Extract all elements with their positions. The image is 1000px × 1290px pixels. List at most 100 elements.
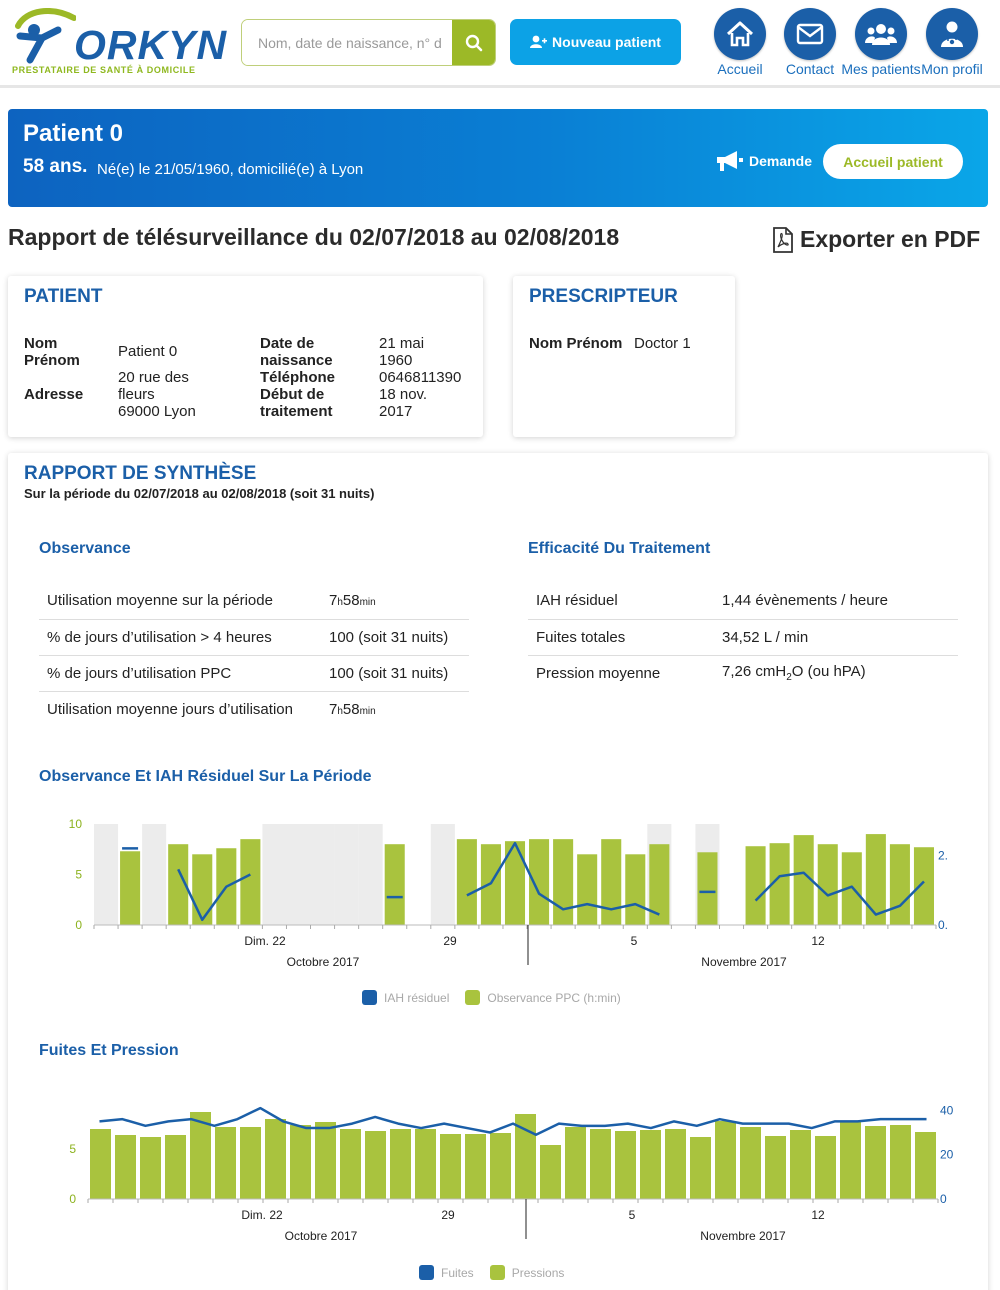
bar: [865, 1126, 886, 1199]
nav-accueil[interactable]: Accueil: [700, 8, 780, 77]
bar: [745, 846, 766, 925]
bar: [529, 839, 550, 925]
chart2-legend: Fuites Pressions: [419, 1265, 572, 1280]
new-patient-button[interactable]: Nouveau patient: [510, 19, 681, 65]
bar: [615, 1131, 636, 1199]
observance-label: % de jours d’utilisation PPC: [39, 655, 321, 692]
patient-birth-info: Né(e) le 21/05/1960, domicilié(e) à Lyon: [97, 161, 364, 178]
demande-button[interactable]: Demande: [715, 149, 812, 173]
nav-mes-patients[interactable]: Mes patients: [841, 8, 921, 77]
date-naissance-value: 21 mai 1960: [379, 335, 425, 369]
x-tick-label: 5: [631, 934, 638, 948]
adresse-value: 20 rue des fleurs 69000 Lyon: [118, 369, 196, 420]
x-tick-label: 5: [629, 1208, 636, 1222]
chart1-legend: IAH résiduel Observance PPC (h:min): [362, 990, 629, 1005]
bar: [740, 1127, 761, 1199]
home-icon: [726, 21, 754, 47]
bar: [765, 1136, 786, 1199]
bar: [384, 844, 405, 925]
bar: [240, 839, 261, 925]
table-row: Pression moyenne 7,26 cmH2O (ou hPA): [528, 655, 958, 691]
export-pdf-button[interactable]: Exporter en PDF: [772, 226, 980, 253]
new-patient-label: Nouveau patient: [552, 34, 661, 50]
nav-mes-patients-circle: [855, 8, 907, 60]
legend-item[interactable]: Fuites: [419, 1265, 474, 1280]
pression-unit: O (ou hPA): [791, 663, 866, 681]
legend-swatch: [465, 990, 481, 1005]
bar: [165, 1135, 186, 1199]
bar: [215, 1127, 236, 1199]
legend-item[interactable]: Pressions: [489, 1265, 565, 1280]
bar: [715, 1121, 736, 1199]
efficacite-title: Efficacité Du Traitement: [528, 540, 711, 557]
bar: [817, 844, 838, 925]
nav-contact-circle: [784, 8, 836, 60]
legend-swatch: [362, 990, 377, 1005]
patient-card: PATIENT Nom Prénom Patient 0 Adresse 20 …: [8, 276, 483, 437]
observance-value: 100 (soit 31 nuits): [321, 655, 469, 692]
pdf-file-icon: [773, 226, 793, 253]
efficacite-label: Pression moyenne: [536, 664, 661, 682]
telephone-label: Téléphone: [260, 369, 336, 386]
bar: [540, 1145, 561, 1199]
search-input[interactable]: [242, 20, 453, 65]
bar: [577, 854, 598, 925]
x-tick-label: Dim. 22: [241, 1208, 283, 1222]
demande-label: Demande: [749, 153, 813, 169]
chart-fuites-title: Fuites Et Pression: [39, 1042, 179, 1059]
bar: [390, 1129, 411, 1199]
nav-mon-profil[interactable]: Mon profil: [912, 8, 992, 77]
y-tick-label-right: 0: [940, 1192, 947, 1206]
bar: [192, 854, 213, 925]
x-tick-label: 29: [443, 934, 457, 948]
nav-contact-label: Contact: [785, 61, 835, 77]
bar: [240, 1127, 261, 1199]
y-tick-label-right: 2.: [938, 848, 948, 862]
x-tick-label: 12: [811, 1208, 825, 1222]
legend-label: Observance PPC (h:min): [487, 990, 621, 1005]
bar: [690, 1137, 711, 1199]
bar: [340, 1129, 361, 1199]
table-row: Utilisation moyenne sur la période 7h58m…: [39, 583, 469, 620]
legend-label: Pressions: [511, 1265, 565, 1280]
debut-traitement-value: 18 nov. 2017: [379, 386, 428, 420]
legend-item[interactable]: Observance PPC (h:min): [465, 990, 621, 1005]
table-row: Utilisation moyenne jours d’utilisation …: [39, 691, 469, 727]
y-tick-label-right: 20: [940, 1148, 954, 1162]
bar: [913, 847, 934, 925]
legend-item[interactable]: IAH résiduel: [362, 990, 449, 1005]
bar: [465, 1134, 486, 1199]
x-tick-label: 12: [811, 934, 825, 948]
month-label: Novembre 2017: [700, 1229, 786, 1243]
unit-minutes: min: [359, 597, 376, 609]
bar: [697, 852, 718, 925]
megaphone-icon: [717, 151, 743, 171]
no-data-band: [142, 824, 167, 925]
nav-contact[interactable]: Contact: [770, 8, 850, 77]
table-row: % de jours d’utilisation PPC 100 (soit 3…: [39, 655, 469, 692]
observance-value: 7h58min: [321, 583, 469, 620]
orkyn-logo[interactable]: ORKYN PRESTATAIRE DE SANTÉ À DOMICILE: [12, 8, 226, 76]
bar: [456, 839, 477, 925]
legend-label: IAH résiduel: [384, 990, 450, 1005]
accueil-patient-button[interactable]: Accueil patient: [823, 144, 963, 179]
bar: [840, 1122, 861, 1199]
envelope-icon: [796, 23, 824, 45]
observance-title: Observance: [39, 540, 131, 557]
efficacite-label: IAH résiduel: [528, 583, 714, 620]
bar: [915, 1132, 936, 1199]
bar: [265, 1119, 286, 1199]
x-tick-label: 29: [441, 1208, 455, 1222]
no-data-band: [262, 824, 287, 925]
month-label: Octobre 2017: [285, 1229, 358, 1243]
nav-mon-profil-label: Mon profil: [921, 61, 983, 77]
observance-value: 7h58min: [321, 691, 469, 727]
logo-wordmark: ORKYN: [74, 22, 228, 68]
month-label: Octobre 2017: [287, 955, 360, 969]
month-label: Novembre 2017: [701, 955, 787, 969]
no-data-band: [358, 824, 383, 925]
search-button[interactable]: [452, 20, 495, 65]
value-minutes: 58: [342, 592, 360, 610]
bar: [565, 1127, 586, 1199]
prescripteur-card-title: PRESCRIPTEUR: [529, 286, 678, 307]
